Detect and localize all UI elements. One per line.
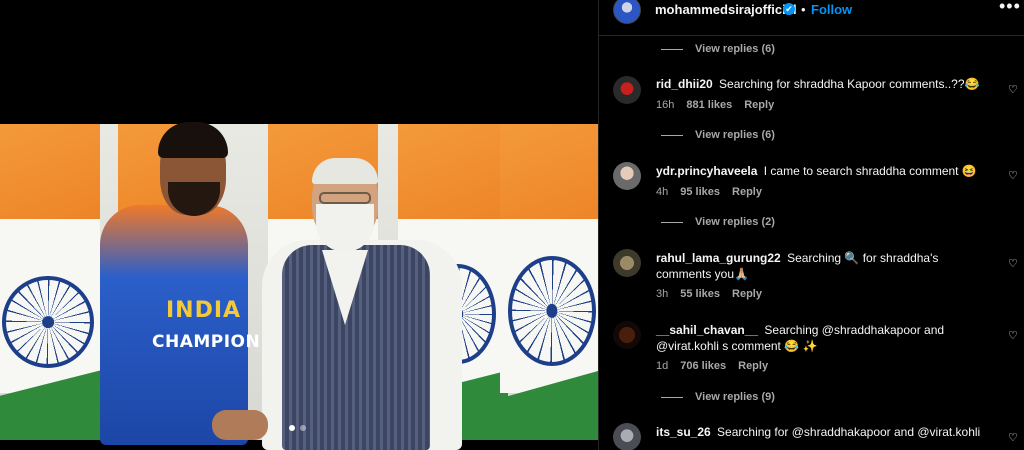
comment-meta: 1d 706 likes Reply <box>656 360 768 372</box>
comment-time[interactable]: 3h <box>656 288 668 300</box>
cricketer-jersey <box>100 205 248 445</box>
commenter-avatar[interactable] <box>613 249 641 277</box>
comment-time[interactable]: 1d <box>656 360 668 372</box>
comment-meta: 3h 55 likes Reply <box>656 288 762 300</box>
comment-username[interactable]: __sahil_chavan__ <box>656 323 758 337</box>
view-replies-label: View replies (6) <box>695 129 775 141</box>
comment-likes[interactable]: 95 likes <box>680 186 720 198</box>
comment-body: ydr.princyhaveela I came to search shrad… <box>656 163 996 179</box>
comment-time[interactable]: 4h <box>656 186 668 198</box>
comment-meta: 16h 881 likes Reply <box>656 99 774 111</box>
handshake <box>212 410 268 440</box>
carousel-indicator <box>289 425 306 431</box>
comment-meta: 4h 95 likes Reply <box>656 186 762 198</box>
view-replies-line <box>661 134 683 136</box>
comment-username[interactable]: rahul_lama_gurung22 <box>656 251 781 265</box>
like-heart-icon[interactable]: ♡ <box>1008 169 1018 182</box>
reply-button[interactable]: Reply <box>732 288 762 300</box>
commenter-avatar[interactable] <box>613 423 641 450</box>
comment-username[interactable]: ydr.princyhaveela <box>656 164 757 178</box>
leader-glasses <box>319 192 371 204</box>
view-replies-button[interactable]: View replies (6) <box>661 41 775 57</box>
carousel-dot-2[interactable] <box>300 425 306 431</box>
view-replies-button[interactable]: View replies (2) <box>661 214 775 230</box>
like-heart-icon[interactable]: ♡ <box>1008 257 1018 270</box>
verified-badge-icon: ✔ <box>783 3 795 15</box>
commenter-avatar[interactable] <box>613 321 641 349</box>
post-media-panel: INDIA CHAMPION <box>0 0 598 450</box>
author-avatar[interactable] <box>613 0 641 24</box>
view-replies-button[interactable]: View replies (6) <box>661 127 775 143</box>
comment-body: its_su_26 Searching for @shraddhakapoor … <box>656 424 996 440</box>
commenter-avatar[interactable] <box>613 76 641 104</box>
comment-likes[interactable]: 706 likes <box>680 360 726 372</box>
view-replies-line <box>661 48 683 50</box>
comment-username[interactable]: its_su_26 <box>656 425 711 439</box>
reply-button[interactable]: Reply <box>732 186 762 198</box>
cricketer-hair <box>158 122 228 158</box>
like-heart-icon[interactable]: ♡ <box>1008 83 1018 96</box>
comment-text: I came to search shraddha comment 😆 <box>763 164 977 178</box>
view-replies-label: View replies (9) <box>695 391 775 403</box>
view-replies-label: View replies (2) <box>695 216 775 228</box>
comment-likes[interactable]: 55 likes <box>680 288 720 300</box>
leader-hair <box>312 158 378 184</box>
photo-people: INDIA CHAMPION <box>0 0 598 450</box>
follow-button[interactable]: Follow <box>811 2 852 17</box>
reply-button[interactable]: Reply <box>738 360 768 372</box>
comment-time[interactable]: 16h <box>656 99 674 111</box>
comment-username[interactable]: rid_dhii20 <box>656 77 713 91</box>
carousel-dot-1[interactable] <box>289 425 295 431</box>
like-heart-icon[interactable]: ♡ <box>1008 329 1018 342</box>
comment-text: Searching for shraddha Kapoor comments..… <box>719 77 980 91</box>
more-options-icon[interactable]: ••• <box>999 0 1021 17</box>
comments-panel: mohammedsirajofficial ✔ • Follow ••• Vie… <box>598 0 1024 450</box>
comment-text: Searching for @shraddhakapoor and @virat… <box>717 425 981 439</box>
commenter-avatar[interactable] <box>613 162 641 190</box>
comment-likes[interactable]: 881 likes <box>686 99 732 111</box>
view-replies-line <box>661 396 683 398</box>
comment-body: rid_dhii20 Searching for shraddha Kapoor… <box>656 76 996 92</box>
view-replies-label: View replies (6) <box>695 43 775 55</box>
view-replies-button[interactable]: View replies (9) <box>661 389 775 405</box>
jersey-text-india: INDIA <box>166 298 242 323</box>
reply-button[interactable]: Reply <box>744 99 774 111</box>
view-replies-line <box>661 221 683 223</box>
post-header: mohammedsirajofficial ✔ • Follow ••• <box>599 0 1024 36</box>
header-separator: • <box>801 2 806 17</box>
like-heart-icon[interactable]: ♡ <box>1008 431 1018 444</box>
comment-body: rahul_lama_gurung22 Searching 🔍 for shra… <box>656 250 996 282</box>
author-username[interactable]: mohammedsirajofficial <box>655 2 797 17</box>
jersey-text-champion: CHAMPION <box>152 332 261 352</box>
comment-body: __sahil_chavan__ Searching @shraddhakapo… <box>656 322 996 354</box>
